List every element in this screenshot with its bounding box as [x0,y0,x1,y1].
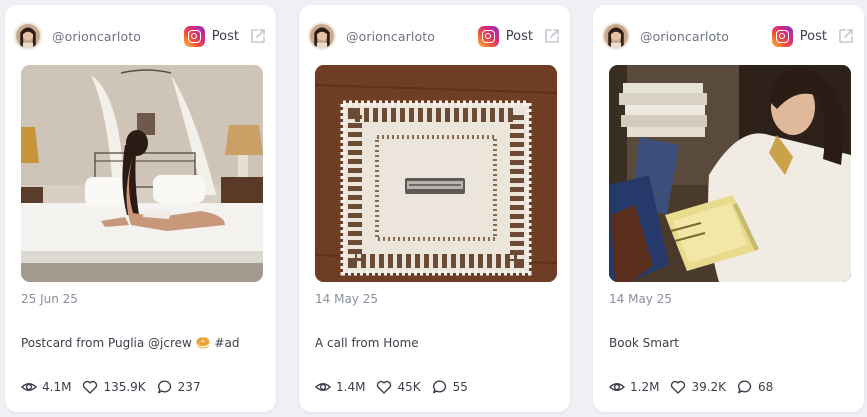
comments-count: 55 [452,380,468,394]
avatar[interactable] [308,22,336,50]
account-handle[interactable]: @orioncarloto [52,29,184,44]
comments-stat: 237 [157,379,201,395]
eye-icon [21,383,37,391]
comment-icon [157,380,171,394]
post-card[interactable]: @orioncarloto Post [593,5,864,412]
likes-count: 39.2K [691,380,727,394]
post-caption: A call from Home [315,336,419,350]
post-card[interactable]: @orioncarloto Post [5,5,276,412]
likes-stat: 39.2K [670,379,726,395]
views-count: 1.4M [336,380,366,394]
post-image[interactable] [315,65,557,282]
post-type-label: Post [505,28,533,44]
comments-count: 237 [177,380,201,394]
likes-stat: 135.9K [82,379,146,395]
comments-count: 68 [758,380,774,394]
post-stats: 1.2M 39.2K 68 [609,379,784,395]
external-link-icon[interactable] [543,27,561,45]
views-stat: 1.2M [609,379,659,395]
instagram-icon [477,25,499,47]
avatar[interactable] [14,22,42,50]
views-count: 1.2M [630,380,660,394]
account-handle[interactable]: @orioncarloto [346,29,478,44]
likes-count: 45K [397,380,421,394]
post-caption: Postcard from Puglia @jcrew 🥯 #ad [21,336,240,350]
post-date: 25 Jun 25 [21,292,78,306]
post-image[interactable] [21,65,263,282]
post-date: 14 May 25 [609,292,672,306]
heart-icon [377,380,392,394]
comments-stat: 68 [737,379,773,395]
heart-icon [671,380,686,394]
post-type-label: Post [211,28,239,44]
views-stat: 1.4M [315,379,365,395]
instagram-icon [771,25,793,47]
post-stats: 1.4M 45K 55 [315,379,479,395]
post-card[interactable]: @orioncarloto Post 14 May 25 A call from… [299,5,570,412]
comment-icon [738,380,752,394]
post-caption: Book Smart [609,336,679,350]
comments-stat: 55 [432,379,468,395]
likes-stat: 45K [376,379,421,395]
views-count: 4.1M [42,380,72,394]
post-date: 14 May 25 [315,292,378,306]
external-link-icon[interactable] [837,27,855,45]
eye-icon [609,383,625,391]
account-handle[interactable]: @orioncarloto [640,29,772,44]
instagram-icon [183,25,205,47]
card-header: @orioncarloto Post [308,21,561,51]
card-header: @orioncarloto Post [14,21,267,51]
comment-icon [432,380,446,394]
post-image[interactable] [609,65,851,282]
views-stat: 4.1M [21,379,71,395]
post-type-label: Post [799,28,827,44]
avatar[interactable] [602,22,630,50]
heart-icon [83,380,98,394]
card-header: @orioncarloto Post [602,21,855,51]
post-stats: 4.1M 135.9K 237 [21,379,212,395]
external-link-icon[interactable] [249,27,267,45]
likes-count: 135.9K [103,380,146,394]
eye-icon [315,383,331,391]
